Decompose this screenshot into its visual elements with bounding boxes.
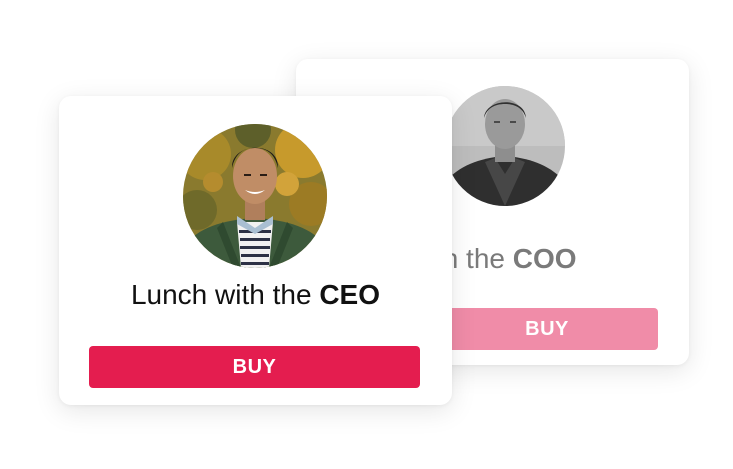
ceo-title-role: CEO [319,279,381,310]
product-card-ceo: Lunch with the CEO BUY [59,96,452,405]
coo-avatar [445,86,565,206]
ceo-card-title: Lunch with the CEO [59,277,452,313]
ceo-avatar [183,124,327,268]
coo-buy-button[interactable]: BUY [436,308,658,350]
ceo-title-prefix: Lunch with the [130,279,312,310]
ceo-buy-button[interactable]: BUY [89,346,420,388]
coo-title-role: COO [512,243,577,274]
